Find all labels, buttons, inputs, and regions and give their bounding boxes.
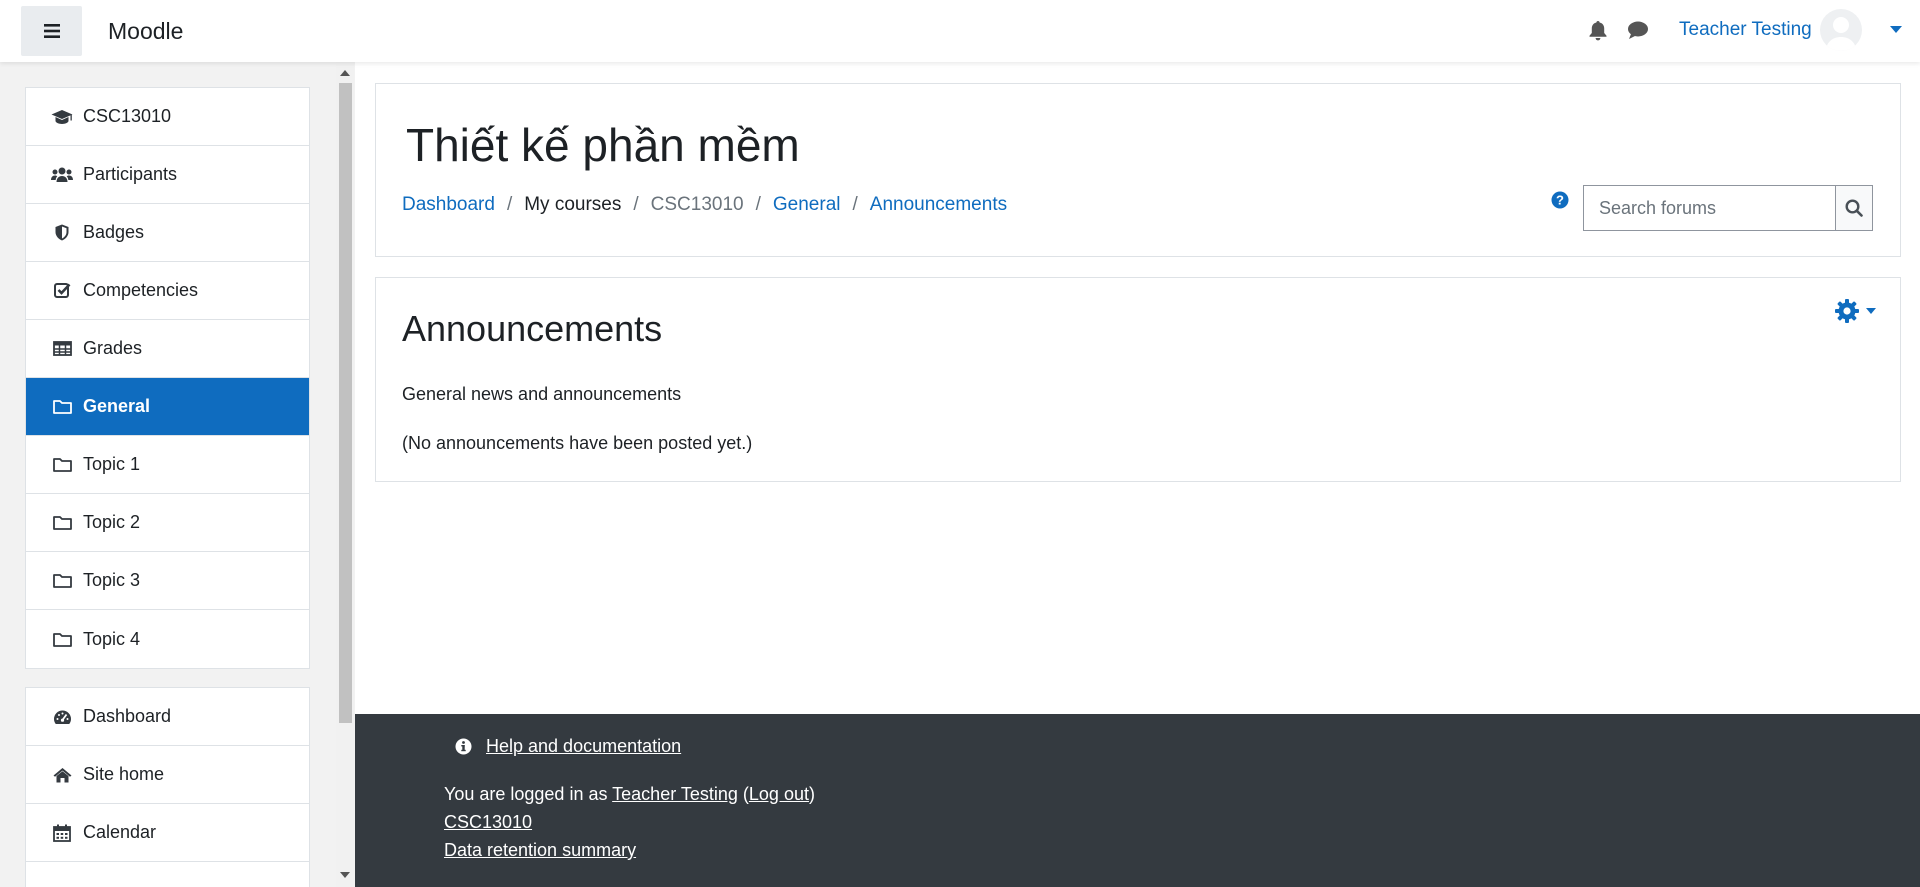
search-input[interactable] (1583, 185, 1835, 231)
forum-description: General news and announcements (402, 384, 682, 404)
folder-icon (51, 515, 73, 530)
forum-settings-menu[interactable] (1834, 298, 1876, 324)
sidebar-item-label: Topic 4 (83, 628, 141, 649)
sidebar-item-topic-1[interactable]: Topic 1 (26, 436, 309, 494)
breadcrumb-section[interactable]: General (773, 194, 841, 216)
breadcrumb-separator: / (506, 194, 513, 215)
calendar-icon (51, 824, 73, 842)
user-name[interactable]: Teacher Testing (1679, 19, 1812, 41)
site-brand[interactable]: Moodle (108, 18, 183, 45)
breadcrumb-course[interactable]: CSC13010 (651, 194, 744, 216)
sidebar-item-label: Topic 3 (83, 570, 141, 590)
shield-icon (51, 224, 73, 241)
search-icon (1845, 199, 1863, 217)
data-retention-link[interactable]: Data retention summary (444, 840, 636, 860)
footer-help-row: Help and documentation (455, 736, 681, 757)
footer-retention: Data retention summary (444, 840, 636, 861)
sidebar-item-topic-3[interactable]: Topic 3 (26, 552, 309, 610)
footer-course: CSC13010 (444, 812, 532, 833)
folder-icon (51, 573, 73, 588)
check-square-icon (51, 282, 73, 299)
forum-region: Announcements General news and announcem… (375, 277, 1901, 482)
users-icon (51, 167, 73, 183)
home-icon (51, 767, 73, 783)
sidebar-item-topic-2[interactable]: Topic 2 (26, 494, 309, 552)
dashboard-icon (51, 709, 73, 725)
sidebar-item-calendar[interactable]: Calendar (26, 804, 309, 862)
scroll-down-arrow-icon[interactable] (340, 872, 350, 878)
course-nav-group: CSC13010 Participants Badges Competencie… (25, 87, 310, 669)
sidebar-item-dashboard[interactable]: Dashboard (26, 688, 309, 746)
table-icon (51, 341, 73, 356)
breadcrumb-separator: / (852, 194, 858, 215)
hamburger-menu-icon (43, 24, 60, 38)
sidebar-item-participants[interactable]: Participants (26, 146, 309, 204)
site-nav-group: Dashboard Site home Calendar (25, 687, 310, 887)
footer-course-link[interactable]: CSC13010 (444, 812, 532, 832)
sidebar-item-site-home[interactable]: Site home (26, 746, 309, 804)
folder-icon (51, 632, 73, 647)
nav-drawer: CSC13010 Participants Badges Competencie… (0, 62, 355, 887)
sidebar-item-grades[interactable]: Grades (26, 320, 309, 378)
breadcrumb-forum[interactable]: Announcements (870, 194, 1007, 216)
sidebar-item-label: Site home (83, 764, 165, 784)
login-info: You are logged in as Teacher Testing (Lo… (444, 784, 815, 805)
graduation-cap-icon (51, 109, 73, 125)
sidebar-item-general[interactable]: General (26, 378, 309, 436)
sidebar-item-topic-4[interactable]: Topic 4 (26, 610, 309, 668)
folder-icon (51, 399, 73, 414)
sidebar-item-label: Grades (83, 338, 143, 358)
forum-search (1583, 185, 1873, 231)
svg-text:?: ? (1556, 193, 1564, 208)
drawer-scrollbar[interactable] (336, 62, 354, 887)
sidebar-item-label: Topic 1 (83, 454, 141, 474)
info-icon (455, 738, 472, 755)
forum-title: Announcements (402, 308, 663, 349)
login-prefix: You are logged in as (444, 784, 613, 804)
help-question-icon[interactable]: ? (1551, 191, 1569, 209)
chevron-down-icon[interactable] (1889, 26, 1902, 34)
scrollbar-thumb[interactable] (339, 83, 352, 723)
sidebar-item-label: Topic 2 (83, 512, 141, 532)
sidebar-item-more[interactable] (26, 862, 309, 887)
sidebar-item-label: Competencies (83, 280, 199, 300)
breadcrumb: Dashboard / My courses / CSC13010 / Gene… (402, 194, 1007, 216)
drawer-toggle-button[interactable] (21, 6, 82, 56)
sidebar-item-label: Participants (83, 164, 178, 184)
folder-icon (51, 457, 73, 472)
logout-link[interactable]: Log out (749, 784, 809, 804)
footer-user-link[interactable]: Teacher Testing (612, 784, 738, 804)
scroll-up-arrow-icon[interactable] (340, 70, 350, 76)
search-button[interactable] (1835, 185, 1873, 231)
breadcrumb-my-courses: My courses (524, 194, 622, 215)
messages-chat-icon[interactable] (1627, 20, 1649, 40)
chevron-down-icon (1866, 308, 1876, 314)
page-title: Thiết kế phần mềm (406, 119, 800, 171)
gear-icon (1834, 298, 1860, 324)
sidebar-item-label: Calendar (83, 822, 157, 842)
avatar[interactable] (1819, 9, 1862, 51)
close-paren: ) (808, 784, 815, 804)
page-footer: Help and documentation You are logged in… (355, 714, 1920, 887)
top-navbar: Moodle Teacher Testing (0, 0, 1920, 62)
sidebar-item-badges[interactable]: Badges (26, 204, 309, 262)
open-paren: ( (737, 784, 749, 804)
user-menu[interactable]: Teacher Testing (1679, 8, 1902, 52)
breadcrumb-separator: / (755, 194, 761, 215)
sidebar-item-label: Badges (83, 222, 145, 242)
sidebar-item-label: Dashboard (83, 706, 172, 726)
forum-empty-message: (No announcements have been posted yet.) (402, 433, 753, 453)
breadcrumb-separator: / (633, 194, 639, 215)
notifications-bell-icon[interactable] (1588, 20, 1608, 41)
sidebar-item-competencies[interactable]: Competencies (26, 262, 309, 320)
sidebar-item-label: CSC13010 (83, 106, 172, 126)
sidebar-item-label: General (83, 396, 151, 416)
breadcrumb-dashboard[interactable]: Dashboard (402, 194, 495, 216)
help-documentation-link[interactable]: Help and documentation (486, 736, 681, 757)
sidebar-item-course[interactable]: CSC13010 (26, 88, 309, 146)
page-header: Thiết kế phần mềm Dashboard / My courses… (375, 83, 1901, 257)
